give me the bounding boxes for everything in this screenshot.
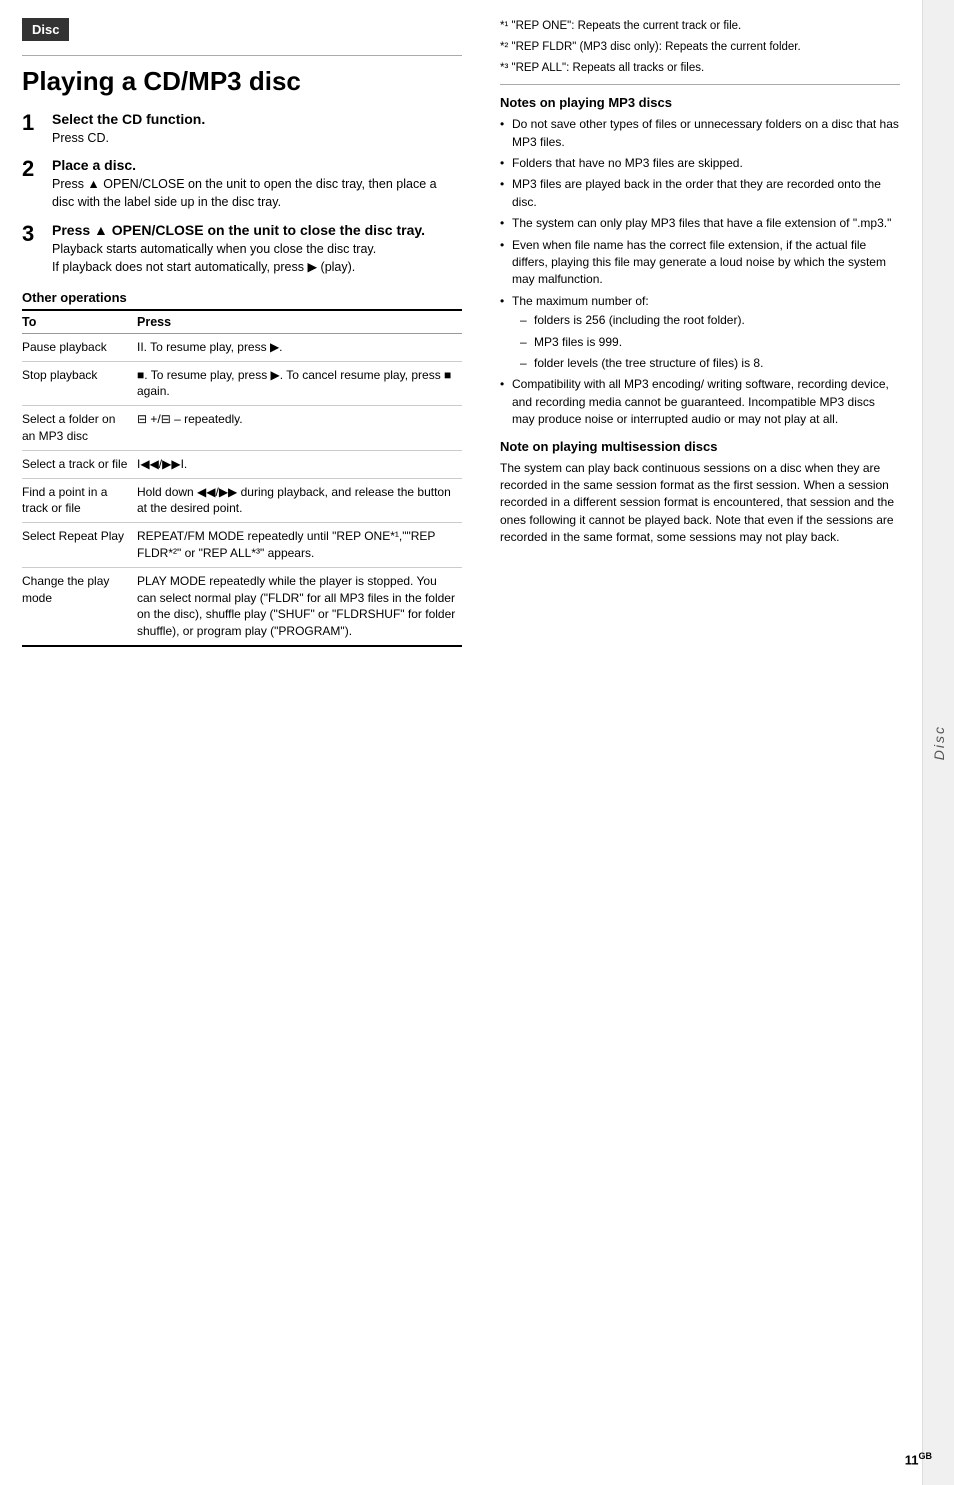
- step-3-desc: Playback starts automatically when you c…: [52, 240, 425, 276]
- disc-side-label: Disc: [931, 725, 947, 760]
- notes-mp3-title: Notes on playing MP3 discs: [500, 95, 900, 110]
- op-track-press: I◀◀/▶▶I.: [137, 450, 462, 478]
- list-item: The maximum number of: folders is 256 (i…: [500, 293, 900, 373]
- list-item: Do not save other types of files or unne…: [500, 116, 900, 151]
- list-item: Compatibility with all MP3 encoding/ wri…: [500, 376, 900, 428]
- page-num-suffix: GB: [919, 1451, 933, 1461]
- step-1-desc: Press CD.: [52, 129, 205, 147]
- list-item: MP3 files is 999.: [520, 334, 900, 351]
- footnote-1: *¹ "REP ONE": Repeats the current track …: [500, 18, 900, 34]
- op-playmode-press: PLAY MODE repeatedly while the player is…: [137, 567, 462, 646]
- step-3-num: 3: [22, 222, 44, 246]
- title-divider: [22, 55, 462, 56]
- list-item: The system can only play MP3 files that …: [500, 215, 900, 232]
- disc-tab: Disc: [22, 18, 69, 41]
- operations-table: To Press Pause playback II. To resume pl…: [22, 311, 462, 647]
- step-1-num: 1: [22, 111, 44, 135]
- op-pause-label: Pause playback: [22, 333, 137, 361]
- step-1-title: Select the CD function.: [52, 111, 205, 127]
- note-multisession-text: The system can play back continuous sess…: [500, 460, 900, 547]
- table-row: Find a point in a track or file Hold dow…: [22, 478, 462, 523]
- op-playmode-label: Change the play mode: [22, 567, 137, 646]
- notes-divider: [500, 84, 900, 85]
- op-find-label: Find a point in a track or file: [22, 478, 137, 523]
- table-row: Select Repeat Play REPEAT/FM MODE repeat…: [22, 523, 462, 568]
- max-number-sub-list: folders is 256 (including the root folde…: [520, 312, 900, 372]
- page-title: Playing a CD/MP3 disc: [22, 66, 462, 97]
- op-stop-label: Stop playback: [22, 361, 137, 406]
- note-multisession-title: Note on playing multisession discs: [500, 439, 900, 454]
- list-item: folders is 256 (including the root folde…: [520, 312, 900, 329]
- footnote-2: *² "REP FLDR" (MP3 disc only): Repeats t…: [500, 39, 900, 55]
- list-item: folder levels (the tree structure of fil…: [520, 355, 900, 372]
- table-row: Change the play mode PLAY MODE repeatedl…: [22, 567, 462, 646]
- footnote-3: *³ "REP ALL": Repeats all tracks or file…: [500, 60, 900, 76]
- list-item: Folders that have no MP3 files are skipp…: [500, 155, 900, 172]
- op-repeat-label: Select Repeat Play: [22, 523, 137, 568]
- col-to: To: [22, 311, 137, 334]
- list-item: MP3 files are played back in the order t…: [500, 176, 900, 211]
- op-folder-press: ⊟ +/⊟ – repeatedly.: [137, 406, 462, 451]
- table-row: Stop playback ■. To resume play, press ▶…: [22, 361, 462, 406]
- step-3: 3 Press ▲ OPEN/CLOSE on the unit to clos…: [22, 222, 462, 276]
- step-2-desc: Press ▲ OPEN/CLOSE on the unit to open t…: [52, 175, 462, 211]
- op-stop-press: ■. To resume play, press ▶. To cancel re…: [137, 361, 462, 406]
- table-row: Select a track or file I◀◀/▶▶I.: [22, 450, 462, 478]
- table-row: Pause playback II. To resume play, press…: [22, 333, 462, 361]
- op-repeat-press: REPEAT/FM MODE repeatedly until "REP ONE…: [137, 523, 462, 568]
- op-find-press: Hold down ◀◀/▶▶ during playback, and rel…: [137, 478, 462, 523]
- step-2: 2 Place a disc. Press ▲ OPEN/CLOSE on th…: [22, 157, 462, 211]
- step-3-title: Press ▲ OPEN/CLOSE on the unit to close …: [52, 222, 425, 238]
- notes-mp3-list: Do not save other types of files or unne…: [500, 116, 900, 428]
- col-press: Press: [137, 311, 462, 334]
- op-folder-label: Select a folder on an MP3 disc: [22, 406, 137, 451]
- right-sidebar: Disc: [922, 0, 954, 1485]
- step-2-title: Place a disc.: [52, 157, 462, 173]
- page-number: 11GB: [905, 1451, 932, 1467]
- list-item: Even when file name has the correct file…: [500, 237, 900, 289]
- step-1: 1 Select the CD function. Press CD.: [22, 111, 462, 147]
- op-pause-press: II. To resume play, press ▶.: [137, 333, 462, 361]
- other-ops-title: Other operations: [22, 290, 462, 305]
- op-track-label: Select a track or file: [22, 450, 137, 478]
- step-2-num: 2: [22, 157, 44, 181]
- table-row: Select a folder on an MP3 disc ⊟ +/⊟ – r…: [22, 406, 462, 451]
